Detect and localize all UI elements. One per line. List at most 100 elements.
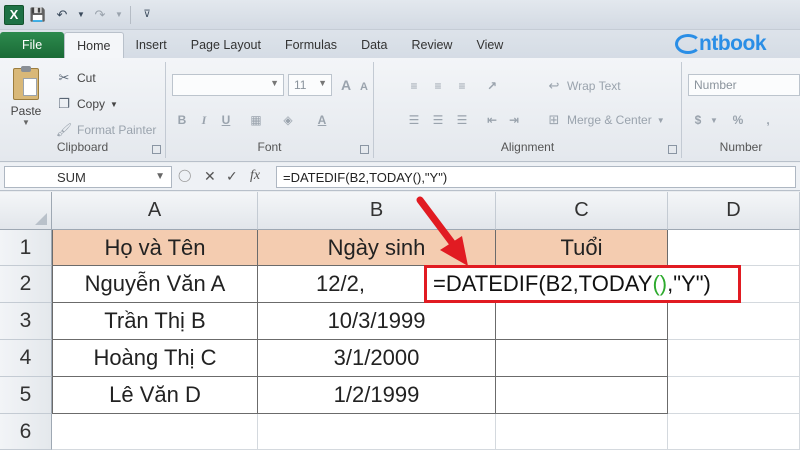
cell-a5[interactable]: Lê Văn D <box>52 377 258 414</box>
align-middle-icon[interactable]: ≡ <box>428 76 448 96</box>
borders-icon[interactable]: ▦ <box>246 110 266 130</box>
align-top-icon[interactable]: ≡ <box>404 76 424 96</box>
format-painter-label: Format Painter <box>77 123 157 137</box>
group-label-number: Number <box>719 140 763 154</box>
group-font: ▼ 11 ▼ A A B I U ▦ ◈ A Font <box>166 62 374 158</box>
cell-a4[interactable]: Hoàng Thị C <box>52 340 258 377</box>
tab-review[interactable]: Review <box>399 32 464 58</box>
cancel-icon[interactable]: ✕ <box>204 168 216 185</box>
italic-button[interactable]: I <box>194 110 214 130</box>
cell-a6[interactable] <box>52 414 258 450</box>
tab-home[interactable]: Home <box>64 32 124 58</box>
redo-dropdown-icon[interactable]: ▼ <box>114 5 124 25</box>
orientation-icon[interactable]: ↗ <box>482 76 502 96</box>
cell-a2[interactable]: Nguyễn Văn A <box>52 266 258 303</box>
cell-c3[interactable] <box>496 303 668 340</box>
cell-b3[interactable]: 10/3/1999 <box>258 303 496 340</box>
font-color-icon[interactable]: A <box>312 110 332 130</box>
chevron-down-icon: ▼ <box>318 78 327 88</box>
align-right-icon[interactable]: ☰ <box>452 110 472 130</box>
excel-logo-icon: X <box>4 4 24 25</box>
underline-button[interactable]: U <box>216 110 236 130</box>
increase-indent-icon[interactable]: ⇥ <box>504 110 524 130</box>
tab-view[interactable]: View <box>464 32 515 58</box>
callout-formula-paren: () <box>652 271 668 296</box>
cell-c5[interactable] <box>496 377 668 414</box>
cell-d1[interactable] <box>668 230 800 266</box>
row-header-6[interactable]: 6 <box>0 414 52 450</box>
cell-b6[interactable] <box>258 414 496 450</box>
grow-font-button[interactable]: A <box>336 75 356 95</box>
tab-formulas[interactable]: Formulas <box>273 32 349 58</box>
undo-icon[interactable]: ↶ <box>52 5 72 25</box>
customize-toolbar-icon[interactable]: ⊽ <box>137 5 157 25</box>
currency-dropdown-icon[interactable]: ▼ <box>704 110 724 130</box>
formula-callout[interactable]: =DATEDIF(B2,TODAY() ,"Y") <box>424 265 741 303</box>
format-painter-button[interactable]: 🖌 Format Painter <box>56 122 157 138</box>
row-header-5[interactable]: 5 <box>0 377 52 414</box>
align-bottom-icon[interactable]: ≡ <box>452 76 472 96</box>
tab-insert[interactable]: Insert <box>124 32 179 58</box>
brand-logo: ntbook <box>675 30 766 58</box>
cell-c1[interactable]: Tuổi <box>496 230 668 266</box>
dialog-launcher-icon[interactable] <box>668 145 677 154</box>
redo-icon[interactable]: ↷ <box>90 5 110 25</box>
align-left-icon[interactable]: ☰ <box>404 110 424 130</box>
cell-c4[interactable] <box>496 340 668 377</box>
number-format-select[interactable]: Number <box>688 74 800 96</box>
save-icon[interactable]: 💾 <box>28 5 48 25</box>
cell-d6[interactable] <box>668 414 800 450</box>
row-header-1[interactable]: 1 <box>0 230 52 266</box>
tab-file[interactable]: File <box>0 32 65 58</box>
brand-mark-icon <box>675 34 702 54</box>
select-all-button[interactable] <box>0 192 52 230</box>
cell-a3[interactable]: Trần Thị B <box>52 303 258 340</box>
column-header-a[interactable]: A <box>52 192 258 230</box>
formula-input[interactable]: =DATEDIF(B2,TODAY(),"Y") <box>276 166 796 188</box>
bold-button[interactable]: B <box>172 110 192 130</box>
paste-icon <box>13 66 39 100</box>
cut-button[interactable]: ✂ Cut <box>56 70 96 86</box>
row-header-4[interactable]: 4 <box>0 340 52 377</box>
group-alignment: ≡ ≡ ≡ ↗ ☰ ☰ ☰ ⇤ ⇥ ↩ Wrap Text ⊞ Merge & … <box>374 62 682 158</box>
paste-button[interactable]: Paste ▼ <box>6 66 46 134</box>
row-header-2[interactable]: 2 <box>0 266 52 303</box>
align-center-icon[interactable]: ☰ <box>428 110 448 130</box>
copy-button[interactable]: ❐ Copy ▼ <box>56 96 118 112</box>
tab-page-layout[interactable]: Page Layout <box>179 32 273 58</box>
insert-function-icon[interactable]: fx <box>250 168 260 184</box>
row-header-3[interactable]: 3 <box>0 303 52 340</box>
merge-center-label: Merge & Center <box>567 113 652 127</box>
cell-d4[interactable] <box>668 340 800 377</box>
cell-d5[interactable] <box>668 377 800 414</box>
percent-button[interactable]: % <box>728 110 748 130</box>
cell-d3[interactable] <box>668 303 800 340</box>
enter-icon[interactable]: ✓ <box>226 168 238 185</box>
column-header-c[interactable]: C <box>496 192 668 230</box>
scissors-icon: ✂ <box>58 70 70 85</box>
dialog-launcher-icon[interactable] <box>360 145 369 154</box>
tab-data[interactable]: Data <box>349 32 399 58</box>
dialog-launcher-icon[interactable] <box>152 145 161 154</box>
column-header-d[interactable]: D <box>668 192 800 230</box>
formula-bar-menu-icon[interactable]: ◯ <box>178 168 191 182</box>
name-box[interactable]: SUM ▼ <box>4 166 172 188</box>
cell-c6[interactable] <box>496 414 668 450</box>
undo-dropdown-icon[interactable]: ▼ <box>76 5 86 25</box>
font-name-select[interactable]: ▼ <box>172 74 284 96</box>
fill-color-icon[interactable]: ◈ <box>278 110 298 130</box>
group-label-clipboard: Clipboard <box>56 140 109 154</box>
wrap-text-button[interactable]: ↩ Wrap Text <box>546 78 621 94</box>
merge-center-button[interactable]: ⊞ Merge & Center ▼ <box>546 112 665 128</box>
cell-b5[interactable]: 1/2/1999 <box>258 377 496 414</box>
cell-b4[interactable]: 3/1/2000 <box>258 340 496 377</box>
separator <box>130 5 131 24</box>
font-size-select[interactable]: 11 ▼ <box>288 74 332 96</box>
chevron-down-icon: ▼ <box>155 171 165 182</box>
callout-formula-end: ,"Y") <box>667 271 711 296</box>
chevron-down-icon: ▼ <box>270 78 279 88</box>
decrease-indent-icon[interactable]: ⇤ <box>482 110 502 130</box>
comma-button[interactable]: , <box>758 110 778 130</box>
shrink-font-button[interactable]: A <box>354 77 374 97</box>
cell-a1[interactable]: Họ và Tên <box>52 230 258 266</box>
